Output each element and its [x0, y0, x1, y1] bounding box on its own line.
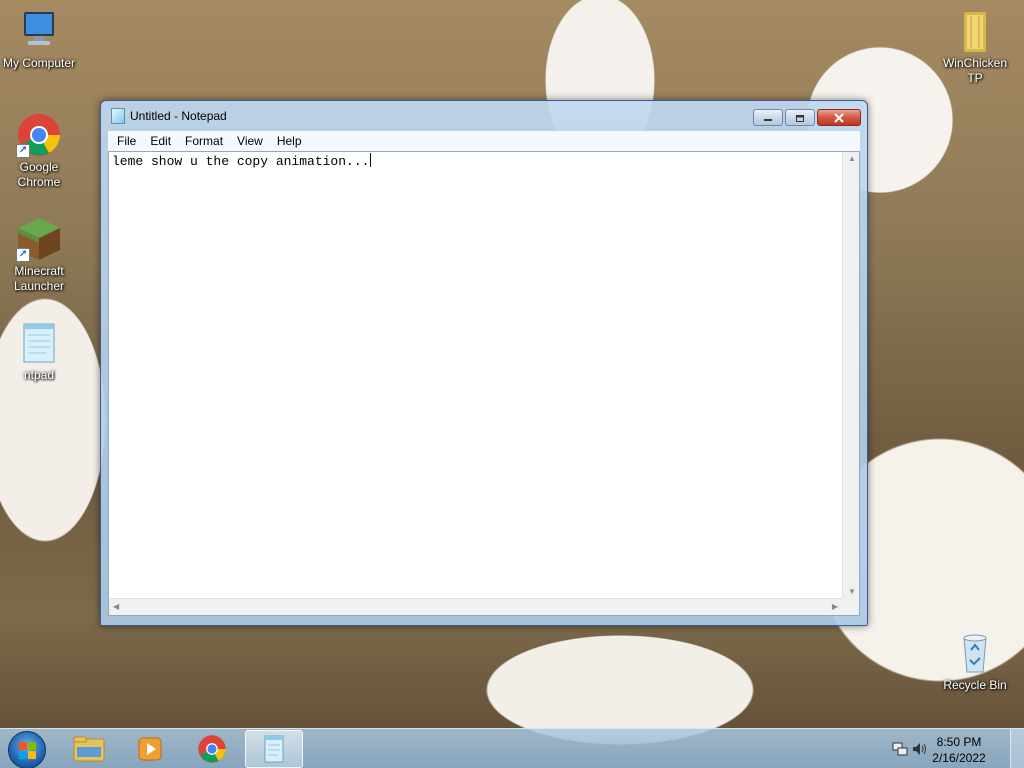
file-explorer-icon — [73, 736, 105, 762]
minecraft-icon: ↗ — [16, 216, 62, 262]
desktop-icon-label: Minecraft Launcher — [13, 264, 65, 293]
taskbar-chrome[interactable] — [183, 730, 241, 768]
desktop-icon-google-chrome[interactable]: ↗ Google Chrome — [0, 112, 79, 190]
folder-icon — [952, 8, 998, 54]
computer-icon — [16, 8, 62, 54]
start-orb-icon — [18, 741, 36, 759]
scroll-left-icon[interactable]: ◀ — [113, 602, 119, 611]
menu-file[interactable]: File — [110, 134, 143, 148]
clock[interactable]: 8:50 PM 2/16/2022 — [924, 734, 994, 766]
notepad-window[interactable]: Untitled - Notepad File Edit Format View… — [100, 100, 868, 626]
notepad-icon — [16, 320, 62, 366]
window-title: Untitled - Notepad — [130, 109, 227, 123]
taskbar-file-explorer[interactable] — [60, 730, 118, 768]
menu-bar: File Edit Format View Help — [108, 131, 860, 151]
desktop-icon-my-computer[interactable]: My Computer — [0, 8, 79, 71]
text-caret — [370, 153, 372, 167]
minimize-button[interactable] — [753, 109, 783, 126]
notepad-icon — [264, 735, 284, 763]
clock-date: 2/16/2022 — [932, 751, 986, 765]
taskbar: 8:50 PM 2/16/2022 — [0, 728, 1024, 768]
show-desktop-button[interactable] — [1010, 729, 1024, 768]
desktop-icon-winchicken-tp[interactable]: WinChicken TP — [935, 8, 1015, 86]
chrome-icon — [198, 735, 226, 763]
system-tray: 8:50 PM 2/16/2022 — [884, 729, 1024, 768]
menu-help[interactable]: Help — [270, 134, 309, 148]
recycle-bin-icon — [952, 630, 998, 676]
desktop-icon-label: ntpad — [23, 368, 55, 382]
desktop-icon-recycle-bin[interactable]: Recycle Bin — [935, 630, 1015, 693]
vertical-scrollbar[interactable]: ▲ ▼ — [842, 152, 859, 598]
scroll-up-icon[interactable]: ▲ — [848, 154, 856, 163]
title-bar[interactable]: Untitled - Notepad — [101, 101, 867, 131]
desktop-icon-label: Google Chrome — [17, 160, 61, 189]
desktop-icon-label: My Computer — [2, 56, 76, 70]
desktop-icon-minecraft-launcher[interactable]: ↗ Minecraft Launcher — [0, 216, 79, 294]
horizontal-scrollbar[interactable]: ◀ ▶ — [109, 598, 842, 615]
media-player-icon — [138, 737, 162, 761]
shortcut-arrow-icon: ↗ — [16, 248, 30, 262]
desktop-icon-label: Recycle Bin — [943, 678, 1007, 692]
close-button[interactable] — [817, 109, 861, 126]
resize-grip[interactable] — [842, 598, 859, 615]
taskbar-media-player[interactable] — [121, 730, 179, 768]
desktop-icon-ntpad[interactable]: ntpad — [0, 320, 79, 383]
text-content-area[interactable]: leme show u the copy animation... — [112, 153, 841, 598]
maximize-icon — [796, 114, 804, 122]
notepad-icon — [111, 108, 125, 124]
menu-view[interactable]: View — [230, 134, 270, 148]
clock-time: 8:50 PM — [936, 735, 982, 749]
close-icon — [834, 112, 844, 123]
taskbar-notepad[interactable] — [245, 730, 303, 768]
chrome-icon: ↗ — [16, 112, 62, 158]
maximize-button[interactable] — [785, 109, 815, 126]
desktop-icon-label: WinChicken TP — [942, 56, 1008, 85]
shortcut-arrow-icon: ↗ — [16, 144, 30, 158]
network-icon[interactable] — [892, 742, 908, 756]
scroll-right-icon[interactable]: ▶ — [832, 602, 838, 611]
document-text: leme show u the copy animation... — [112, 154, 370, 169]
minimize-icon — [764, 118, 772, 121]
scroll-down-icon[interactable]: ▼ — [848, 587, 856, 596]
menu-edit[interactable]: Edit — [143, 134, 178, 148]
start-button[interactable] — [8, 731, 46, 768]
text-editor[interactable]: leme show u the copy animation... ▲ ▼ ◀ … — [108, 151, 860, 616]
menu-format[interactable]: Format — [178, 134, 230, 148]
